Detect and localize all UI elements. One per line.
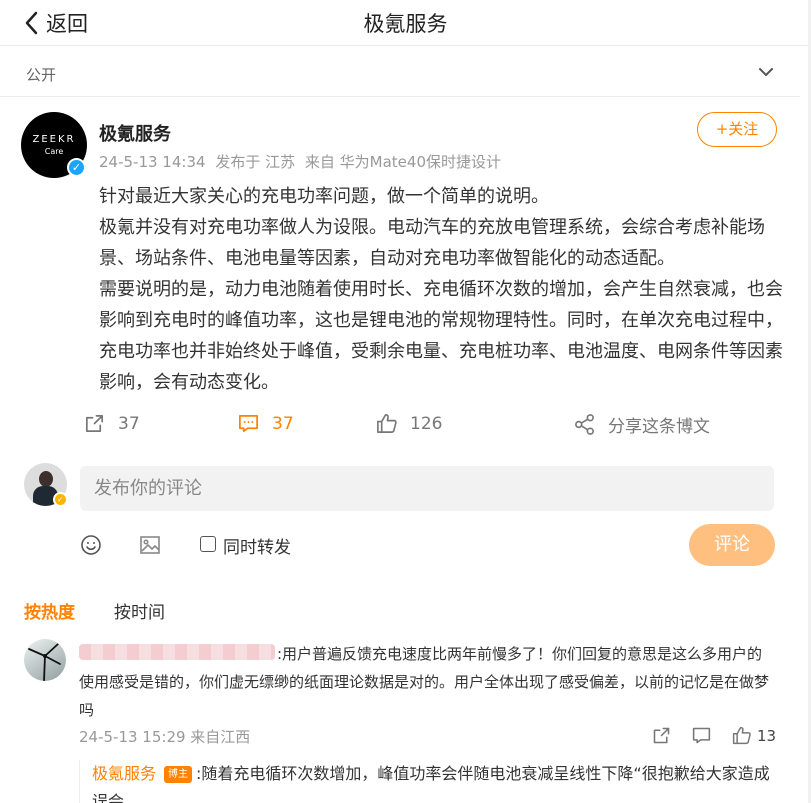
repost-action[interactable]: 37: [83, 412, 140, 435]
post-actions: 37 37 126 分享这条博文: [0, 410, 800, 442]
repost-count: 37: [118, 413, 140, 434]
post-device: 来自 华为Mate40保时捷设计: [304, 153, 501, 171]
verified-icon: ✓: [67, 158, 86, 177]
post-paragraph: 针对最近大家关心的充电功率问题，做一个简单的说明。: [99, 186, 549, 207]
comment-text: :用户普遍反馈充电速度比两年前慢多了！你们回复的意思是这么多用户的使用感受是错的…: [79, 645, 770, 719]
comment-reply-icon[interactable]: [691, 725, 712, 746]
follow-button[interactable]: +关注: [697, 112, 777, 147]
visibility-label: 公开: [26, 66, 57, 84]
emoji-icon[interactable]: [79, 533, 103, 557]
avatar-brand-text: ZEEKR: [32, 134, 76, 145]
repost-checkbox[interactable]: [200, 536, 216, 552]
thumb-up-icon: [377, 414, 397, 433]
visibility-selector[interactable]: 公开: [0, 47, 800, 97]
submit-comment-button[interactable]: 评论: [689, 524, 775, 566]
comment-content: :用户普遍反馈充电速度比两年前慢多了！你们回复的意思是这么多用户的使用感受是错的…: [79, 640, 773, 724]
post-location: 发布于 江苏: [215, 153, 296, 171]
comment-input[interactable]: [80, 466, 774, 511]
comment-like-icon[interactable]: [731, 725, 752, 746]
comment-repost-icon[interactable]: [651, 725, 672, 746]
wind-turbine-icon: [28, 643, 61, 681]
share-label: 分享这条博文: [608, 417, 710, 437]
reply-author[interactable]: 极氪服务: [92, 764, 156, 783]
avatar-sub-text: Care: [44, 147, 64, 156]
comment-like-count: 13: [757, 727, 777, 745]
page-title: 极氪服务: [363, 12, 448, 36]
author-name[interactable]: 极氪服务: [99, 120, 171, 146]
comment-icon: [239, 414, 258, 433]
chevron-down-icon: [759, 68, 773, 76]
post-meta: 24-5-13 14:34 发布于 江苏 来自 华为Mate40保时捷设计: [99, 151, 506, 172]
post-date[interactable]: 24-5-13 14:34: [99, 153, 206, 171]
commenter-avatar[interactable]: [24, 639, 66, 681]
author-badge: 博主: [164, 766, 193, 783]
share-icon: [575, 414, 594, 435]
repost-checkbox-label[interactable]: 同时转发: [223, 533, 291, 558]
post-paragraph: 极氪并没有对充电功率做人为设限。电动汽车的充放电管理系统，会综合考虑补能场景、场…: [99, 217, 765, 269]
repost-icon: [85, 414, 104, 433]
like-count: 126: [410, 413, 443, 434]
like-action[interactable]: 126: [375, 412, 442, 435]
post-body: 针对最近大家关心的充电功率问题，做一个简单的说明。 极氪并没有对充电功率做人为设…: [99, 181, 789, 398]
comment-meta: 24-5-13 15:29 来自江西: [79, 728, 251, 746]
post-paragraph: 需要说明的是，动力电池随着使用时长、充电循环次数的增加，会产生自然衰减，也会影响…: [99, 279, 783, 393]
author-reply: 极氪服务 博主:随着充电循环次数增加，峰值功率会伴随电池衰减呈线性下降“很抱歉给大…: [79, 760, 779, 803]
avatar-head-shape: [39, 471, 53, 487]
sort-by-time-tab[interactable]: 按时间: [114, 598, 165, 623]
user-verified-icon: ✓: [53, 492, 68, 507]
top-navigation-bar: 返回 极氪服务: [0, 0, 811, 46]
comment-count: 37: [272, 413, 294, 434]
comment-action[interactable]: 37: [237, 412, 294, 435]
image-icon[interactable]: [138, 533, 162, 557]
reply-text: :随着充电循环次数增加，峰值功率会伴随电池衰减呈线性下降“很抱歉给大家造成误会: [92, 764, 770, 803]
sort-by-hot-tab[interactable]: 按热度: [24, 598, 75, 623]
comment-actions: 13: [651, 725, 781, 749]
share-action[interactable]: 分享这条博文: [573, 412, 710, 437]
